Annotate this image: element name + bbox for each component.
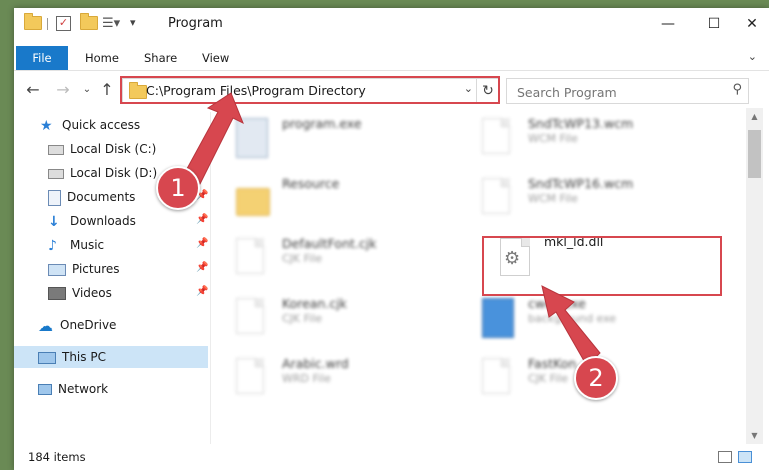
network-icon — [38, 384, 52, 395]
sidebar-item-network[interactable]: Network — [38, 378, 108, 400]
navigation-pane: ★ Quick access Local Disk (C:) Local Disk… — [14, 112, 210, 444]
tab-view[interactable]: View — [202, 46, 229, 70]
music-note-icon: ♪ — [48, 237, 57, 254]
sidebar-item-downloads[interactable]: ↓ Downloads — [48, 210, 136, 232]
vertical-scrollbar[interactable]: ▲ ▼ — [746, 108, 763, 444]
customize-icon[interactable]: ☰▾ — [102, 16, 120, 32]
file-item[interactable]: SndTcWP16.wcm WCM File — [464, 172, 704, 224]
pin-icon[interactable]: 📌 — [196, 286, 208, 297]
sidebar-item-documents[interactable]: Documents — [48, 186, 135, 208]
back-button[interactable]: ← — [24, 80, 42, 99]
computer-icon — [38, 351, 56, 364]
pin-icon[interactable]: 📌 — [196, 166, 208, 177]
ribbon: File Home Share View ⌄ — [14, 46, 769, 71]
file-item[interactable]: Resource — [218, 172, 458, 224]
document-icon — [482, 118, 512, 156]
pin-icon[interactable]: 📌 — [196, 214, 208, 225]
explorer-window: ✓ ☰▾ ▾ Program — ☐ ✕ File Home Share Vie… — [14, 8, 769, 470]
pin-icon[interactable]: 📌 — [196, 262, 208, 273]
file-item[interactable]: SndTcWP13.wcm WCM File — [464, 112, 704, 164]
callout-badge-1: 1 — [156, 166, 200, 210]
sidebar-item-local-disk-d[interactable]: Local Disk (D:) — [48, 162, 157, 184]
status-bar: 184 items — [14, 444, 769, 470]
expand-ribbon-icon[interactable]: ⌄ — [748, 50, 757, 63]
pictures-icon — [48, 263, 66, 276]
callout-badge-2: 2 — [574, 356, 618, 400]
up-button[interactable]: ↑ — [98, 80, 116, 99]
quick-access-dropdown-icon[interactable]: ▾ — [130, 16, 136, 32]
close-button[interactable]: ✕ — [729, 8, 769, 40]
folder-icon — [24, 13, 42, 32]
executable-icon — [482, 298, 514, 338]
details-view-icon[interactable] — [718, 451, 732, 463]
title-bar: ✓ ☰▾ ▾ Program — ☐ ✕ — [14, 8, 769, 40]
documents-icon — [48, 189, 61, 206]
properties-icon[interactable]: ✓ — [56, 16, 71, 31]
file-item[interactable]: DefaultFont.cjk CJK File — [218, 232, 458, 284]
sidebar-item-videos[interactable]: Videos — [48, 282, 112, 304]
sidebar-item-quick-access[interactable]: ★ Quick access — [40, 114, 140, 136]
cloud-icon: ☁ — [38, 316, 53, 335]
new-folder-icon[interactable] — [80, 13, 98, 32]
tab-home[interactable]: Home — [85, 46, 119, 70]
minimize-button[interactable]: — — [645, 8, 691, 40]
sidebar-item-local-disk-c[interactable]: Local Disk (C:) — [48, 138, 156, 160]
recent-locations-icon[interactable]: ⌄ — [78, 84, 96, 95]
search-icon: ⚲ — [732, 82, 742, 97]
forward-button[interactable]: → — [54, 80, 72, 99]
sidebar-item-pictures[interactable]: Pictures — [48, 258, 120, 280]
file-item[interactable]: cwec.exe background exe — [464, 292, 704, 344]
search-box[interactable]: ⚲ — [506, 78, 749, 104]
separator — [47, 18, 48, 30]
document-icon — [482, 178, 512, 216]
scroll-up-icon[interactable]: ▲ — [746, 112, 763, 121]
executable-icon — [236, 118, 268, 158]
file-item[interactable]: Korean.cjk CJK File — [218, 292, 458, 344]
sidebar-item-music[interactable]: ♪ Music — [48, 234, 104, 256]
drive-icon — [48, 168, 64, 179]
film-icon — [48, 287, 66, 300]
pane-divider — [210, 112, 211, 444]
navigation-bar: ← → ⌄ ↑ C:\Program Files\Program Directo… — [14, 76, 769, 106]
window-title: Program — [168, 16, 223, 31]
sidebar-item-this-pc[interactable]: This PC — [14, 346, 208, 368]
large-icons-view-icon[interactable] — [738, 451, 752, 463]
scroll-down-icon[interactable]: ▼ — [746, 431, 763, 440]
address-highlight-box — [120, 76, 500, 104]
sidebar-item-onedrive[interactable]: ☁ OneDrive — [38, 314, 116, 336]
item-count: 184 items — [28, 450, 86, 464]
file-list: program.exe SndTcWP13.wcm WCM File Resou… — [218, 112, 744, 444]
scroll-thumb[interactable] — [748, 130, 761, 178]
search-input[interactable] — [515, 82, 724, 102]
document-icon — [236, 238, 266, 276]
pin-icon[interactable]: 📌 — [196, 238, 208, 249]
file-highlight-box — [482, 236, 722, 296]
tab-share[interactable]: Share — [144, 46, 177, 70]
document-icon — [236, 358, 266, 396]
download-arrow-icon: ↓ — [48, 213, 60, 230]
star-icon: ★ — [40, 117, 53, 134]
folder-icon — [236, 178, 270, 216]
drive-icon — [48, 144, 64, 155]
document-icon — [236, 298, 266, 336]
file-item[interactable]: program.exe — [218, 112, 458, 164]
document-icon — [482, 358, 512, 396]
tab-file[interactable]: File — [16, 46, 68, 70]
file-item[interactable]: Arabic.wrd WRD File — [218, 352, 458, 404]
